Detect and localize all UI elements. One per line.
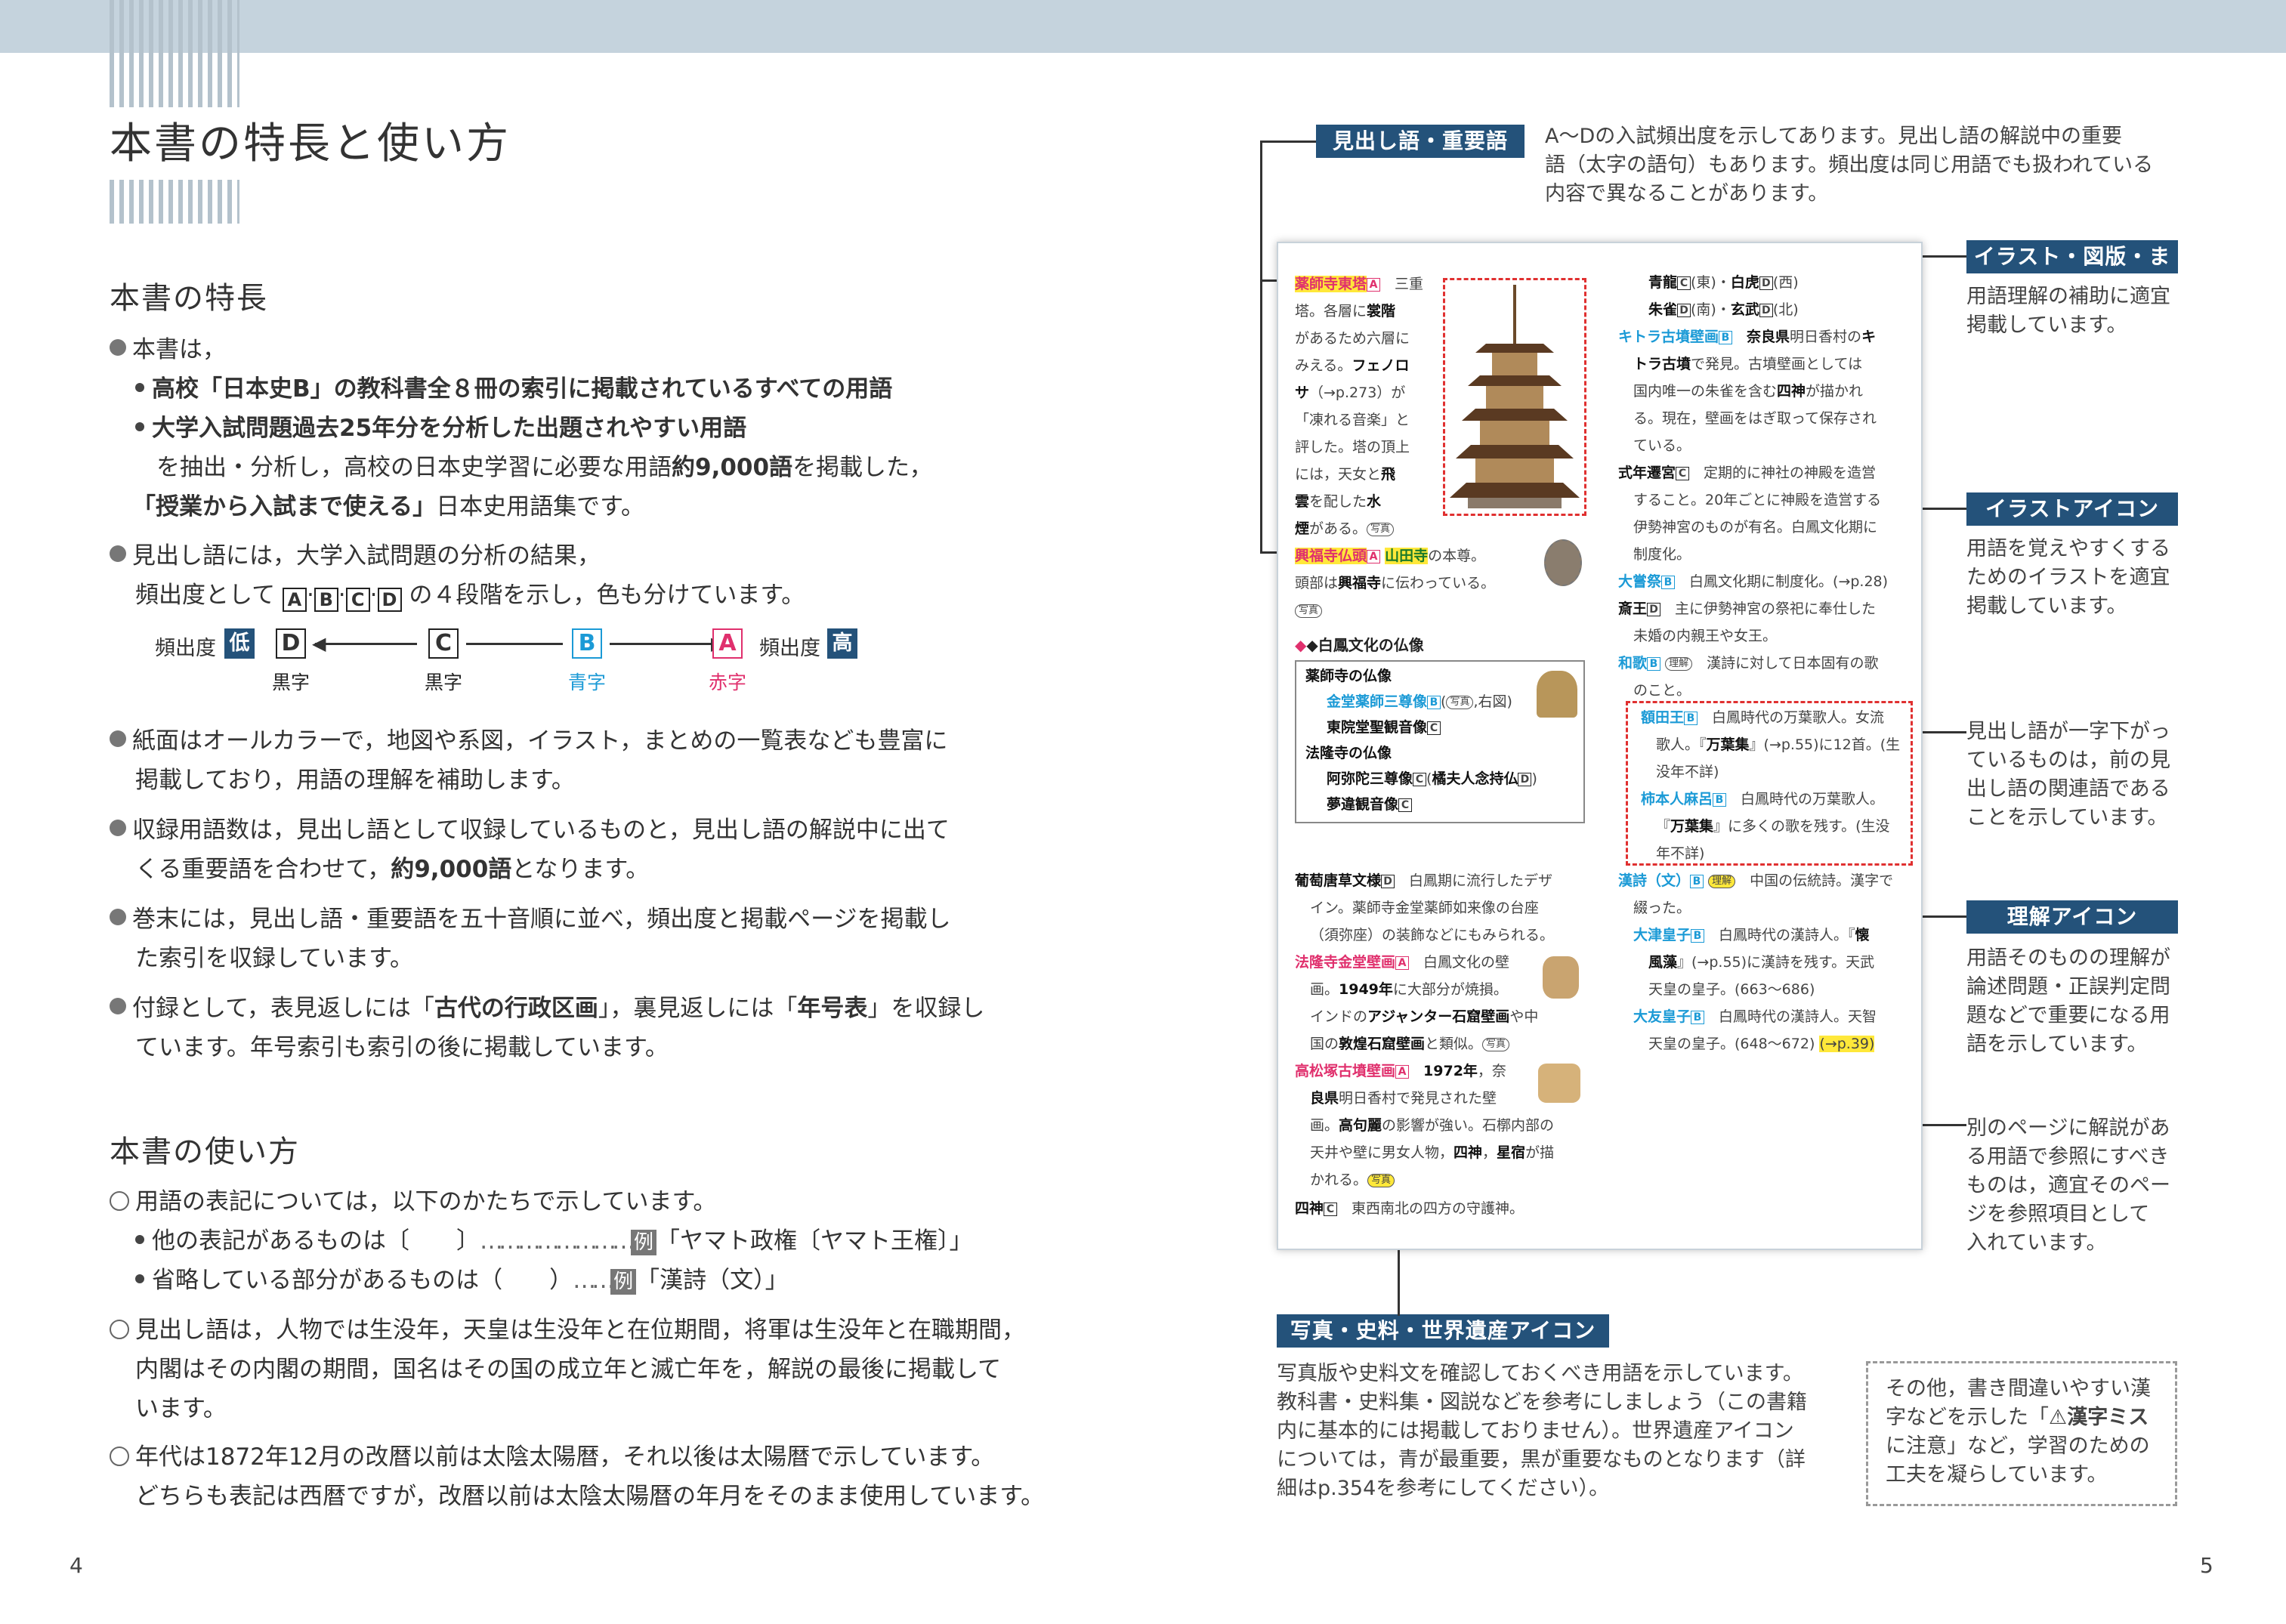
example-badge: 例 bbox=[610, 1269, 637, 1295]
frequency-scale: 頻出度 低 D 黒字 ◀ C 黒字 B 青字 ▶ A 赤字 頻出度 高 bbox=[155, 628, 880, 704]
freq-low-badge: 低 bbox=[224, 628, 255, 659]
connector-line bbox=[1260, 140, 1316, 143]
buddha-illustration bbox=[1537, 671, 1577, 718]
entry-shijin: 四神 C 東西南北の四方の守護神。 bbox=[1295, 1200, 1525, 1217]
entry-otomo: 大友皇子 B 白鳳時代の漢詩人。天智 天皇の皇子。(648～672) (→p.39… bbox=[1633, 1008, 1877, 1052]
circle-bullet-icon bbox=[110, 1191, 129, 1211]
warning-icon: ⚠ bbox=[2049, 1406, 2068, 1429]
other-info-text: その他，書き間違いやすい漢 字などを示した「⚠漢字ミス に注意」など，学習のため… bbox=[1886, 1377, 2151, 1487]
decor-stripes-bottom bbox=[110, 180, 239, 224]
freq-label-low: 頻出度 bbox=[155, 637, 216, 660]
entry-kanshi: 漢詩（文） B 理解 中国の伝統詩。漢字で 綴った。 bbox=[1618, 872, 1894, 916]
scale-a-color: 赤字 bbox=[709, 672, 747, 693]
feature-6: 付録として，表見返しには「古代の行政区画」，裏見返しには「年号表」を収録し てい… bbox=[110, 989, 1046, 1067]
entry-yakushiji: 薬師寺東塔 A 三重 塔。各層に裳階 があるため六層に みえる。フェノロ サ（→p… bbox=[1295, 276, 1424, 537]
feature-5: 巻末には，見出し語・重要語を五十音順に並べ，頻出度と掲載ページを掲載し た索引を… bbox=[110, 900, 1046, 978]
related-term-description: 見出し語が一字下がっ ているものは，前の見 出し語の関連語である ことを示しています。 bbox=[1966, 720, 2170, 829]
top-header-bar bbox=[0, 0, 2286, 53]
page-reference: (→p.39) bbox=[1819, 1036, 1875, 1052]
headword-description: A～Dの入試頻出度を示してあります。見出し語の解説中の重要 語（太字の語句）もあ… bbox=[1545, 125, 2154, 205]
entry-saio: 斎王 D 主に伊勢神宮の祭祀に奉仕した 未婚の内親王や女王。 bbox=[1618, 601, 1877, 644]
bullet-icon bbox=[110, 730, 126, 747]
photo-icon-description: 写真版や史料文を確認しておくべき用語を示しています。 教科書・史料集・図説などを参… bbox=[1277, 1362, 1807, 1500]
understanding-description: 用語そのものの理解が 論述問題・正誤判定問 題などで重要になる用 語を示しています。 bbox=[1966, 946, 2170, 1056]
entry-kofukuji: 興福寺仏頭 A 山田寺の本尊。 頭部は興福寺に伝わっている。 写真 bbox=[1295, 548, 1496, 618]
small-bullet-icon bbox=[135, 1274, 144, 1283]
page-title: 本書の特長と使い方 bbox=[110, 119, 511, 168]
small-bullet-icon bbox=[135, 422, 144, 431]
scale-c-color: 黒字 bbox=[425, 672, 463, 693]
scale-b-box: B bbox=[572, 628, 602, 659]
bullet-icon bbox=[110, 909, 126, 925]
freq-high-badge: 高 bbox=[827, 628, 857, 659]
entry-nukata: 額田王 B 白鳳時代の万葉歌人。女流 歌人。『万葉集』(→p.55)に12首。(生… bbox=[1641, 709, 1901, 862]
connector-line bbox=[1260, 140, 1262, 553]
bullet-icon bbox=[110, 820, 126, 836]
usage-1: 用語の表記については，以下のかたちで示しています。 他の表記があるものは〔 〕…… bbox=[110, 1182, 1046, 1300]
page-number-left: 4 bbox=[70, 1553, 83, 1578]
usage-heading: 本書の使い方 bbox=[110, 1135, 300, 1169]
tag-photo-icon: 写真・史料・世界遺産アイコン bbox=[1277, 1314, 1609, 1348]
tag-illust-icon: イラストアイコン bbox=[1966, 492, 2178, 526]
sample-page: 薬師寺東塔 A 三重 塔。各層に裳階 があるため六層に みえる。フェノロ サ（→p… bbox=[1277, 242, 1923, 1250]
entry-shikinen: 式年遷宮 C 定期的に神社の神殿を造営 すること。20年ごとに神殿を造営する 伊勢… bbox=[1618, 465, 1882, 563]
features-heading: 本書の特長 bbox=[110, 281, 268, 316]
level-a-box: A bbox=[282, 588, 307, 612]
scale-d-box: D bbox=[276, 628, 306, 659]
freq-label-high: 頻出度 bbox=[759, 637, 820, 660]
usage-2: 見出し語は，人物では生没年，天皇は生没年と在位期間，将軍は生没年と在職期間， 内… bbox=[110, 1311, 1061, 1428]
entry-budou: 葡萄唐草文様 D 白鳳期に流行したデザ イン。薬師寺金堂薬師如来像の台座 （須弥座… bbox=[1295, 872, 1555, 943]
decor-stripes-top bbox=[110, 0, 239, 107]
tag-headword: 見出し語・重要語 bbox=[1316, 125, 1525, 158]
level-d-box: D bbox=[377, 588, 402, 612]
mural-illustration bbox=[1543, 956, 1579, 999]
example-badge: 例 bbox=[631, 1230, 657, 1255]
feature-4: 収録用語数は，見出し語として収録しているものと，見出し語の解説中に出て くる重要… bbox=[110, 810, 1046, 889]
scale-b-color: 青字 bbox=[568, 672, 607, 693]
feature-3: 紙面はオールカラーで，地図や系図，イラスト，まとめの一覧表なども豊富に 掲載して… bbox=[110, 721, 1046, 800]
reference-description: 別のページに解説があ る用語で参照にすべき ものは，適宜そのペー ジを参照項目として入… bbox=[1966, 1116, 2170, 1255]
circle-bullet-icon bbox=[110, 1320, 129, 1339]
circle-bullet-icon bbox=[110, 1446, 129, 1466]
entry-waka: 和歌 B 理解 漢詩に対して日本固有の歌 のこと。 bbox=[1618, 655, 1879, 699]
illust-icon-description: 用語を覚えやすくする ためのイラストを適宜 掲載しています。 bbox=[1966, 537, 2170, 618]
entry-otsu: 大津皇子 B 白鳳時代の漢詩人。『懐 風藻』(→p.55)に漢詩を残す。天武 天皇… bbox=[1633, 927, 1875, 998]
scale-d-color: 黒字 bbox=[272, 672, 310, 693]
hakuho-section-title: ◆◆白鳳文化の仏像 bbox=[1295, 636, 1424, 654]
bullet-icon bbox=[110, 998, 126, 1014]
entry-daijosai: 大嘗祭 B 白鳳文化期に制度化。(→p.28) bbox=[1618, 573, 1889, 590]
usage-3: 年代は1872年12月の改暦以前は太陰太陽暦，それ以後は太陽暦で示しています。 … bbox=[110, 1437, 1061, 1516]
arrow-left-icon: ◀ bbox=[312, 633, 326, 654]
feature-2: 見出し語には，大学入試問題の分析の結果， 頻出度として A · B · C · D の４段階… bbox=[110, 536, 1031, 615]
figures-illustration bbox=[1538, 1064, 1580, 1103]
scale-c-box: C bbox=[428, 628, 459, 659]
bullet-icon bbox=[110, 339, 126, 356]
small-bullet-icon bbox=[135, 1235, 144, 1244]
illustration-description: 用語理解の補助に適宜 掲載しています。 bbox=[1966, 285, 2170, 337]
feature-1: 本書は， 高校「日本史B」の教科書全８冊の索引に掲載されているすべての用語 大学… bbox=[110, 330, 1031, 526]
small-bullet-icon bbox=[135, 383, 144, 392]
entry-seiryu: 青龍 C (東)・白虎 D (西) 朱雀 D (南)・玄武 D (北) bbox=[1648, 274, 1799, 318]
bullet-icon bbox=[110, 545, 126, 562]
page-number-right: 5 bbox=[2200, 1553, 2213, 1578]
level-c-box: C bbox=[345, 588, 370, 612]
tag-understanding-icon: 理解アイコン bbox=[1966, 900, 2178, 934]
level-b-box: B bbox=[314, 588, 338, 612]
scale-a-box: A bbox=[712, 628, 743, 659]
tag-illustration: イラスト・図版・まとめ bbox=[1966, 240, 2178, 302]
entry-kitora: キトラ古墳壁画 B 奈良県明日香村のキ トラ古墳で発見。古墳壁画としては 国内唯一… bbox=[1618, 329, 1877, 454]
